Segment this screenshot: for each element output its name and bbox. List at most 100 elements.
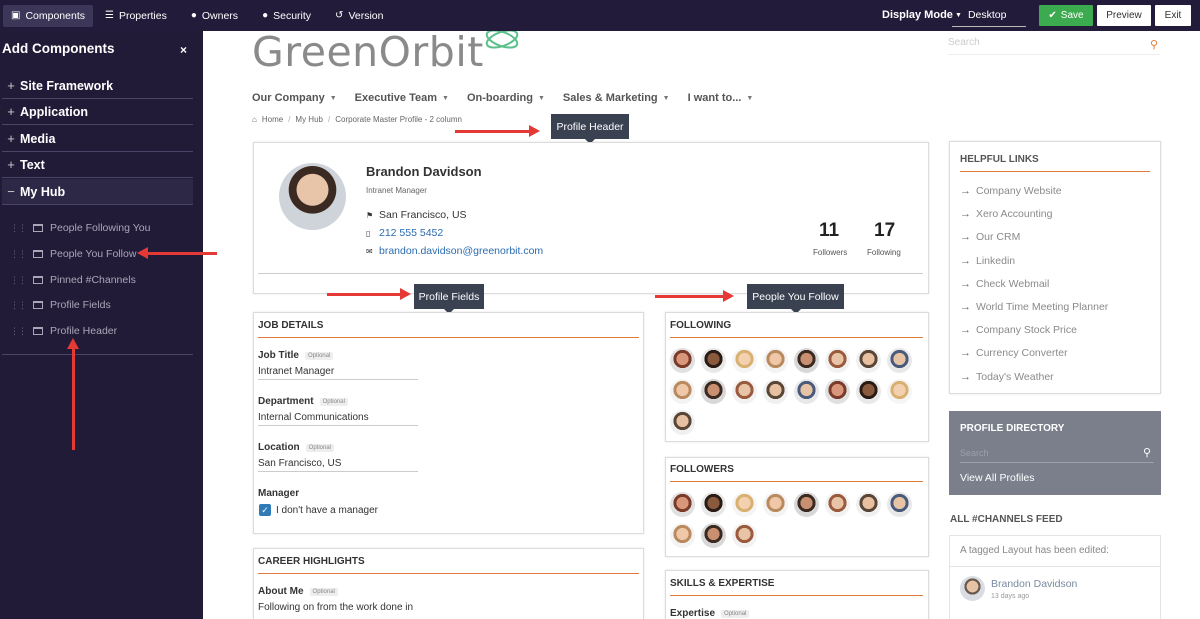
helpful-link[interactable]: → Company Stock Price	[960, 324, 1077, 336]
avatar[interactable]	[763, 379, 788, 404]
avatar[interactable]	[763, 348, 788, 373]
display-mode-select[interactable]: ▼ Desktop	[952, 4, 1026, 27]
followers-count[interactable]: 11	[819, 220, 839, 242]
nav-executive-team[interactable]: Executive Team ▼	[355, 88, 449, 108]
avatar[interactable]	[825, 492, 850, 517]
category-site-framework[interactable]: + Site Framework	[2, 73, 193, 99]
avatar[interactable]	[887, 492, 912, 517]
category-my-hub[interactable]: − My Hub	[2, 179, 193, 205]
avatar[interactable]	[670, 379, 695, 404]
avatar[interactable]	[856, 379, 881, 404]
avatar[interactable]	[887, 348, 912, 373]
breadcrumb: ⌂ Home / My Hub / Corporate Master Profi…	[252, 115, 462, 124]
avatar[interactable]	[732, 492, 757, 517]
avatar[interactable]	[794, 379, 819, 404]
avatar[interactable]	[856, 348, 881, 373]
avatar[interactable]	[887, 379, 912, 404]
drag-handle-icon[interactable]: ⋮⋮	[10, 326, 27, 337]
career-highlights-title: CAREER HIGHLIGHTS	[258, 556, 365, 567]
annotation-arrow	[67, 338, 79, 450]
avatar[interactable]	[701, 492, 726, 517]
nav-our-company[interactable]: Our Company ▼	[252, 88, 337, 108]
close-icon[interactable]: ×	[180, 43, 187, 57]
feed-author-link[interactable]: Brandon Davidson	[991, 578, 1077, 590]
tab-security[interactable]: ● Security	[250, 0, 323, 31]
tab-components[interactable]: ▣ Components	[3, 4, 93, 27]
display-mode-label: Display Mode	[882, 9, 953, 21]
about-me-label: About Me Optional	[258, 586, 338, 597]
arrow-right-icon: →	[960, 208, 971, 221]
avatar[interactable]	[732, 523, 757, 548]
drag-handle-icon[interactable]: ⋮⋮	[10, 223, 27, 234]
view-all-profiles-link[interactable]: View All Profiles	[960, 472, 1035, 484]
avatar[interactable]	[670, 410, 695, 435]
breadcrumb-my-hub[interactable]: My Hub	[295, 115, 323, 124]
check-icon: ✔	[1048, 10, 1057, 21]
avatar[interactable]	[670, 523, 695, 548]
home-icon: ⌂	[252, 115, 257, 124]
avatar[interactable]	[701, 379, 726, 404]
preview-button[interactable]: Preview	[1097, 5, 1151, 26]
helpful-link[interactable]: → Today's Weather	[960, 371, 1054, 383]
map-marker-icon: ⚑	[366, 210, 374, 220]
category-application[interactable]: + Application	[2, 99, 193, 125]
helpful-link[interactable]: → Check Webmail	[960, 278, 1049, 290]
avatar[interactable]	[825, 379, 850, 404]
channels-feed-title: ALL #CHANNELS FEED	[950, 514, 1063, 525]
arrow-right-icon: →	[960, 185, 971, 197]
nav-on-boarding[interactable]: On-boarding ▼	[467, 88, 545, 108]
job-title-value: Intranet Manager	[258, 366, 418, 380]
helpful-link[interactable]: → Currency Converter	[960, 347, 1068, 359]
helpful-link[interactable]: → Linkedin	[960, 255, 1015, 267]
helpful-link[interactable]: → World Time Meeting Planner	[960, 301, 1108, 313]
component-profile-header[interactable]: ⋮⋮ Profile Header	[10, 325, 117, 337]
avatar[interactable]	[794, 348, 819, 373]
site-search-input[interactable]: Search ⚲	[948, 37, 1160, 55]
tab-version[interactable]: ↺ Version	[323, 0, 395, 31]
section-underline	[258, 573, 639, 574]
tab-properties[interactable]: ☰ Properties	[93, 0, 179, 31]
search-icon[interactable]: ⚲	[1143, 446, 1151, 459]
avatar[interactable]	[701, 523, 726, 548]
drag-handle-icon[interactable]: ⋮⋮	[10, 300, 27, 311]
drag-handle-icon[interactable]: ⋮⋮	[10, 275, 27, 286]
avatar[interactable]	[856, 492, 881, 517]
avatar[interactable]	[701, 348, 726, 373]
component-people-you-follow[interactable]: ⋮⋮ People You Follow	[10, 248, 136, 260]
avatar[interactable]	[794, 492, 819, 517]
avatar[interactable]	[763, 492, 788, 517]
avatar[interactable]	[825, 348, 850, 373]
search-icon[interactable]: ⚲	[1150, 38, 1158, 51]
avatar[interactable]	[960, 576, 985, 601]
department-label: Department Optional	[258, 396, 348, 407]
component-profile-fields[interactable]: ⋮⋮ Profile Fields	[10, 299, 111, 311]
component-people-following-you[interactable]: ⋮⋮ People Following You	[10, 222, 150, 234]
nav-sales-marketing[interactable]: Sales & Marketing ▼	[563, 88, 670, 108]
minus-icon: −	[7, 184, 15, 199]
component-pinned-channels[interactable]: ⋮⋮ Pinned #Channels	[10, 274, 136, 286]
profile-phone[interactable]: ▯ 212 555 5452	[366, 227, 443, 239]
avatar[interactable]	[732, 379, 757, 404]
following-count[interactable]: 17	[874, 220, 895, 242]
followers-title: FOLLOWERS	[670, 464, 734, 475]
profile-email[interactable]: ✉ brandon.davidson@greenorbit.com	[366, 245, 543, 257]
site-logo[interactable]: GreenOrbit	[252, 31, 484, 73]
section-underline	[258, 337, 639, 338]
breadcrumb-home[interactable]: Home	[262, 115, 283, 124]
avatar[interactable]	[732, 348, 757, 373]
no-manager-checkbox[interactable]: ✓	[259, 504, 271, 516]
avatar[interactable]	[670, 348, 695, 373]
avatar[interactable]	[670, 492, 695, 517]
optional-badge: Optional	[305, 443, 335, 452]
directory-search-input[interactable]: Search ⚲	[960, 446, 1154, 463]
save-button[interactable]: ✔ Save	[1039, 5, 1093, 26]
helpful-link[interactable]: → Xero Accounting	[960, 208, 1052, 220]
category-text[interactable]: + Text	[2, 152, 193, 178]
helpful-link[interactable]: → Company Website	[960, 185, 1062, 197]
helpful-link[interactable]: → Our CRM	[960, 231, 1020, 243]
tab-owners[interactable]: ● Owners	[179, 0, 250, 31]
nav-i-want-to[interactable]: I want to... ▼	[688, 88, 754, 108]
exit-button[interactable]: Exit	[1155, 5, 1191, 26]
drag-handle-icon[interactable]: ⋮⋮	[10, 249, 27, 260]
category-media[interactable]: + Media	[2, 126, 193, 152]
